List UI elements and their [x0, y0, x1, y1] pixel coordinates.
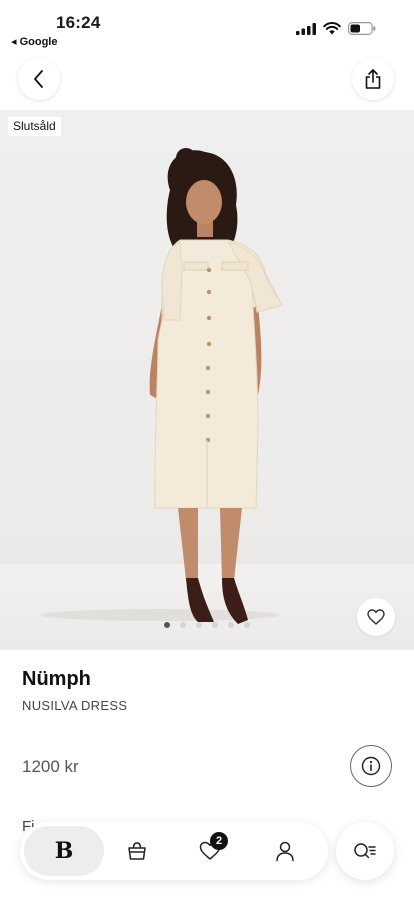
info-button[interactable] [350, 745, 392, 787]
back-to-app-link[interactable]: ◂ Google [11, 35, 57, 48]
image-pagination[interactable] [0, 622, 414, 628]
chevron-left-icon [34, 70, 43, 88]
tab-bag[interactable] [117, 831, 157, 871]
model-photo [40, 148, 283, 624]
product-name: NUSILVA DRESS [22, 698, 128, 713]
heart-icon [367, 609, 385, 625]
search-filter-icon [354, 843, 376, 859]
wifi-icon [323, 22, 341, 35]
bottom-tab-bar: B 2 [20, 822, 328, 880]
favorite-button[interactable] [357, 598, 395, 636]
signal-icon [296, 22, 316, 35]
pagination-dot[interactable] [164, 622, 170, 628]
pagination-dot[interactable] [212, 622, 218, 628]
home-logo: B [54, 838, 74, 864]
battery-icon [348, 22, 376, 35]
pagination-dot[interactable] [244, 622, 250, 628]
pagination-dot[interactable] [180, 622, 186, 628]
status-time: 16:24 [56, 13, 101, 32]
status-bar: 16:24 ◂ Google [0, 0, 414, 52]
favorites-count-badge: 2 [210, 832, 228, 850]
info-icon [361, 756, 381, 776]
bag-icon [128, 842, 146, 860]
product-brand[interactable]: Nümph [22, 668, 91, 691]
product-image[interactable] [0, 110, 414, 650]
tab-home[interactable]: B [24, 826, 104, 876]
user-icon [276, 841, 294, 862]
pagination-dot[interactable] [228, 622, 234, 628]
soldout-badge: Slutsåld [8, 117, 61, 136]
product-price: 1200 kr [22, 757, 79, 776]
back-button[interactable] [18, 58, 60, 100]
status-icons [296, 22, 376, 35]
tab-profile[interactable] [265, 831, 305, 871]
search-button[interactable] [336, 822, 394, 880]
tab-favorites[interactable]: 2 [190, 831, 230, 871]
share-icon [365, 69, 381, 89]
pagination-dot[interactable] [196, 622, 202, 628]
share-button[interactable] [352, 58, 394, 100]
